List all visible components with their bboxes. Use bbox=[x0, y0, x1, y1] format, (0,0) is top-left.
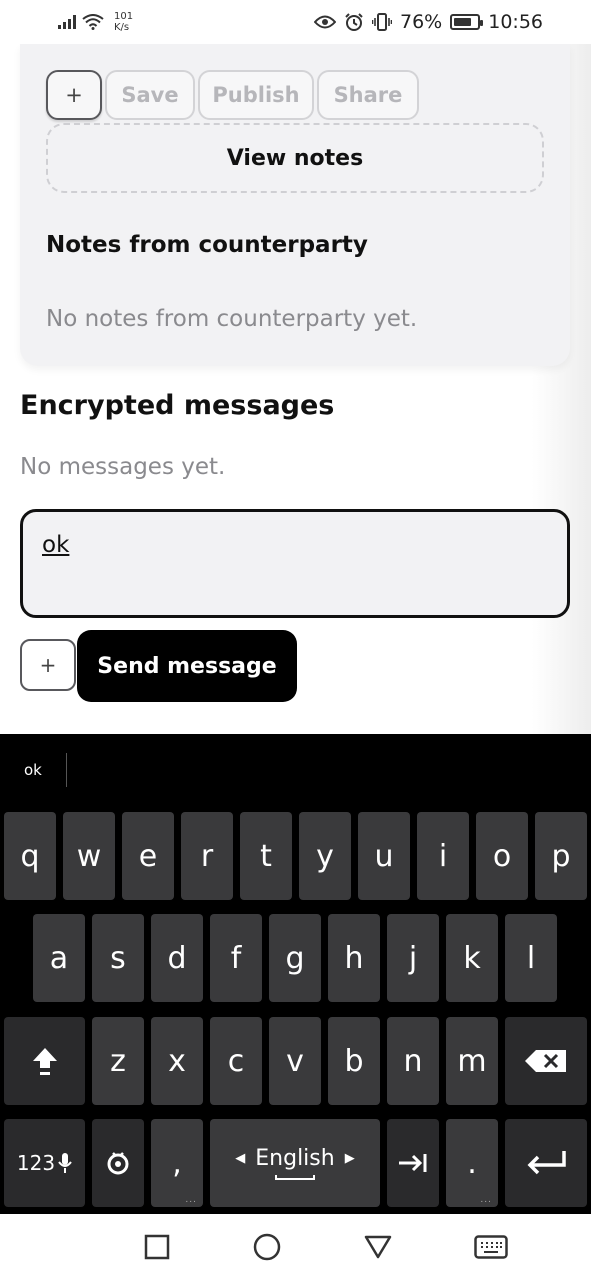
key-h[interactable]: h bbox=[328, 914, 380, 1002]
message-input-value: ok bbox=[42, 532, 70, 558]
key-j[interactable]: j bbox=[387, 914, 439, 1002]
space-key-label-group: ◀ English ▶ bbox=[235, 1146, 355, 1180]
wifi-icon bbox=[82, 14, 104, 30]
publish-button[interactable]: Publish bbox=[198, 70, 314, 120]
space-bar-icon bbox=[274, 1175, 315, 1180]
battery-icon bbox=[450, 14, 484, 30]
network-speed: 101 K/s bbox=[114, 11, 133, 33]
key-k[interactable]: k bbox=[446, 914, 498, 1002]
key-c[interactable]: c bbox=[210, 1017, 262, 1105]
status-left: 101 K/s bbox=[58, 11, 133, 33]
key-f[interactable]: f bbox=[210, 914, 262, 1002]
shift-arrow-icon bbox=[32, 1048, 57, 1075]
key-t[interactable]: t bbox=[240, 812, 292, 900]
battery-percent: 76% bbox=[400, 11, 443, 33]
view-notes-button[interactable]: View notes bbox=[46, 123, 544, 193]
settings-face-icon bbox=[107, 1152, 129, 1175]
soft-keyboard: ok q w e r t y u i o p a s d f g h j k l… bbox=[0, 734, 591, 1214]
key-m[interactable]: m bbox=[446, 1017, 498, 1105]
shift-key[interactable] bbox=[4, 1017, 85, 1105]
alarm-icon bbox=[345, 13, 363, 31]
period-key[interactable]: . ... bbox=[446, 1119, 498, 1207]
numbers-key-label: 123 bbox=[16, 1151, 56, 1175]
notes-card: + Save Publish Share View notes Notes fr… bbox=[20, 44, 570, 366]
clock: 10:56 bbox=[488, 11, 543, 33]
key-i[interactable]: i bbox=[417, 812, 469, 900]
messages-empty-text: No messages yet. bbox=[20, 454, 226, 480]
encrypted-messages-title: Encrypted messages bbox=[20, 390, 335, 421]
key-u[interactable]: u bbox=[358, 812, 410, 900]
network-speed-unit: K/s bbox=[114, 22, 130, 33]
save-button[interactable]: Save bbox=[105, 70, 195, 120]
tab-arrow-icon bbox=[399, 1154, 427, 1172]
suggestion-item[interactable]: ok bbox=[0, 753, 67, 787]
network-speed-value: 101 bbox=[114, 11, 134, 22]
period-key-label: . bbox=[467, 1145, 477, 1181]
comma-key[interactable]: , ... bbox=[151, 1119, 203, 1207]
message-input[interactable]: ok bbox=[20, 509, 570, 618]
space-key-label: English bbox=[255, 1146, 335, 1171]
key-d[interactable]: d bbox=[151, 914, 203, 1002]
counterparty-notes-empty: No notes from counterparty yet. bbox=[46, 306, 418, 332]
key-z[interactable]: z bbox=[92, 1017, 144, 1105]
key-a[interactable]: a bbox=[33, 914, 85, 1002]
back-triangle-icon[interactable] bbox=[364, 1234, 392, 1260]
key-r[interactable]: r bbox=[181, 812, 233, 900]
tab-key[interactable] bbox=[387, 1119, 439, 1207]
emoji-settings-key[interactable] bbox=[92, 1119, 144, 1207]
key-o[interactable]: o bbox=[476, 812, 528, 900]
key-p[interactable]: p bbox=[535, 812, 587, 900]
key-w[interactable]: w bbox=[63, 812, 115, 900]
key-x[interactable]: x bbox=[151, 1017, 203, 1105]
comma-key-label: , bbox=[172, 1145, 182, 1181]
key-v[interactable]: v bbox=[269, 1017, 321, 1105]
microphone-icon bbox=[58, 1153, 72, 1173]
key-q[interactable]: q bbox=[4, 812, 56, 900]
key-s[interactable]: s bbox=[92, 914, 144, 1002]
attach-button[interactable]: + bbox=[20, 639, 76, 691]
notes-action-row: + Save Publish Share bbox=[46, 70, 419, 120]
language-left-icon: ◀ bbox=[235, 1151, 246, 1166]
enter-icon bbox=[527, 1151, 566, 1175]
counterparty-notes-heading: Notes from counterparty bbox=[46, 232, 368, 258]
home-circle-icon[interactable] bbox=[252, 1232, 282, 1262]
backspace-key[interactable] bbox=[505, 1017, 587, 1105]
recents-square-icon[interactable] bbox=[144, 1234, 170, 1260]
more-dots: ... bbox=[480, 1195, 492, 1205]
eye-icon bbox=[314, 15, 336, 29]
send-message-button[interactable]: Send message bbox=[77, 630, 297, 702]
key-g[interactable]: g bbox=[269, 914, 321, 1002]
key-e[interactable]: e bbox=[122, 812, 174, 900]
backspace-icon bbox=[525, 1050, 566, 1072]
language-right-icon: ▶ bbox=[344, 1151, 355, 1166]
key-n[interactable]: n bbox=[387, 1017, 439, 1105]
numbers-key[interactable]: 123 bbox=[4, 1119, 85, 1207]
key-y[interactable]: y bbox=[299, 812, 351, 900]
vibrate-icon bbox=[372, 13, 392, 31]
suggestion-bar: ok bbox=[0, 734, 591, 806]
space-key[interactable]: ◀ English ▶ bbox=[210, 1119, 380, 1207]
keyboard-hide-icon[interactable] bbox=[473, 1235, 508, 1259]
app-content: + Save Publish Share View notes Notes fr… bbox=[0, 44, 591, 734]
key-b[interactable]: b bbox=[328, 1017, 380, 1105]
language-switch: ◀ English ▶ bbox=[235, 1146, 354, 1171]
system-nav-bar bbox=[0, 1214, 591, 1280]
more-dots: ... bbox=[185, 1195, 197, 1205]
status-right: 76% 10:56 bbox=[314, 11, 543, 33]
status-bar: 101 K/s 76% 10:56 bbox=[0, 0, 591, 44]
share-button[interactable]: Share bbox=[317, 70, 419, 120]
add-note-button[interactable]: + bbox=[46, 70, 102, 120]
key-l[interactable]: l bbox=[505, 914, 557, 1002]
enter-key[interactable] bbox=[505, 1119, 587, 1207]
signal-icon bbox=[58, 15, 76, 29]
